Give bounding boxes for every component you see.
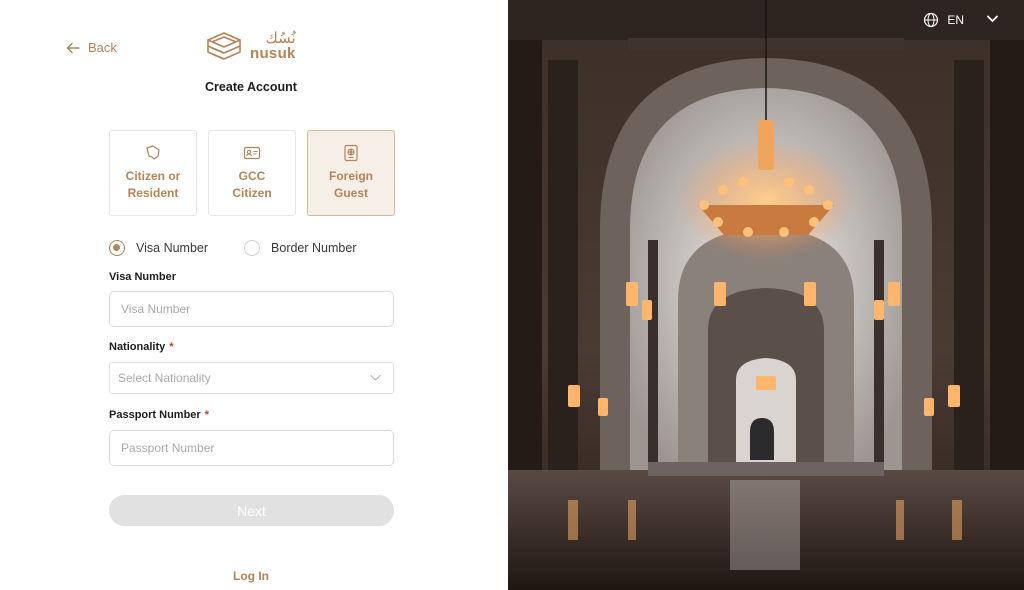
account-type-label: Foreign Guest [329,168,373,200]
id-type-radio-group: Visa Number Border Number [109,240,356,256]
logo-arabic-text: نُسُك [265,29,296,47]
nationality-label: Nationality * [109,341,174,353]
arrow-left-icon [66,42,80,53]
required-mark: * [204,409,209,421]
nusuk-logo-icon [207,32,241,60]
language-selector[interactable]: EN [923,12,998,28]
passport-number-label-text: Passport Number [109,409,201,421]
chevron-down-icon [370,374,381,381]
nationality-label-text: Nationality [109,341,166,353]
account-type-citizen[interactable]: Citizen or Resident [109,130,197,216]
radio-unselected-icon [244,240,261,256]
map-pin-icon [146,145,160,160]
logo-english-text: nusuk [250,45,296,62]
radio-label: Border Number [271,241,357,255]
passport-number-label: Passport Number * [109,409,209,421]
next-button[interactable]: Next [109,495,394,526]
nusuk-logo: نُسُك nusuk [204,26,296,66]
visa-number-label: Visa Number [109,271,176,283]
mosque-interior-image [508,0,1024,590]
signup-panel: Back نُسُك nusuk Create Account Citizen … [0,0,508,590]
radio-selected-icon [109,240,125,256]
passport-number-input[interactable] [109,430,394,466]
visa-number-radio[interactable]: Visa Number [109,240,208,256]
chevron-down-icon [987,15,998,23]
page-title: Create Account [205,80,297,94]
hero-image: EN [508,0,1024,590]
account-type-label: Citizen or Resident [125,168,181,200]
visa-number-input[interactable] [109,291,394,327]
nationality-placeholder: Select Nationality [118,371,211,385]
radio-label: Visa Number [136,241,209,255]
id-card-icon [243,146,261,159]
login-link[interactable]: Log In [0,569,502,583]
language-code: EN [947,13,964,27]
visa-number-label-text: Visa Number [109,271,177,283]
required-mark: * [169,341,174,353]
account-type-gcc[interactable]: GCC Citizen [208,130,296,216]
passport-icon [344,144,358,161]
account-type-foreign-guest[interactable]: Foreign Guest [307,130,395,216]
border-number-radio[interactable]: Border Number [244,240,356,256]
account-type-selector: Citizen or Resident GCC Citizen Foreign … [109,130,395,216]
nationality-select[interactable]: Select Nationality [109,362,394,394]
back-label: Back [88,40,117,55]
back-link[interactable]: Back [66,40,117,55]
globe-icon [924,12,939,28]
account-type-label: GCC Citizen [232,168,272,200]
